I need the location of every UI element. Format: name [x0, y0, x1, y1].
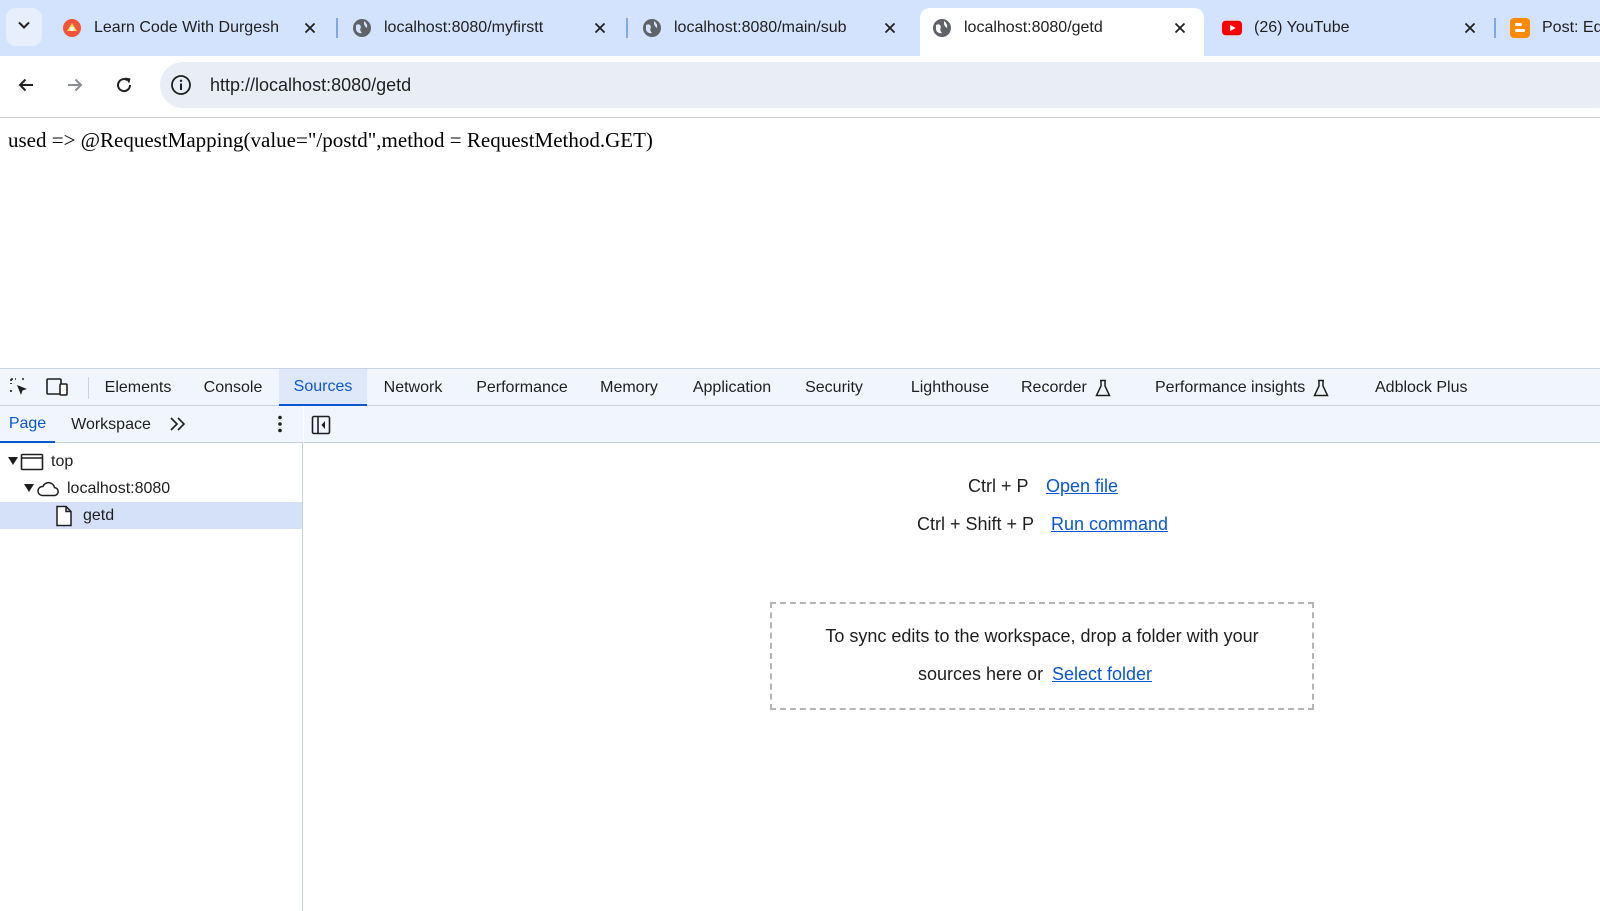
cloud-icon: [36, 478, 60, 500]
tab-separator: [1494, 18, 1496, 38]
tab-strip: Learn Code With Durgesh localhost:8080/m…: [0, 0, 1600, 56]
tab-search-button[interactable]: [6, 8, 42, 46]
close-icon[interactable]: [590, 18, 610, 38]
tab-performance[interactable]: Performance: [466, 369, 578, 406]
close-icon[interactable]: [1460, 18, 1480, 38]
close-icon[interactable]: [300, 18, 320, 38]
experiment-beaker-icon: [1095, 379, 1111, 397]
open-file-link[interactable]: Open file: [1046, 476, 1118, 497]
browser-tab-blogger[interactable]: Post: Ed: [1500, 8, 1600, 48]
forward-button[interactable]: [59, 71, 91, 103]
tree-label: top: [51, 453, 74, 470]
tab-title: Learn Code With Durgesh: [94, 19, 279, 36]
device-toolbar-icon[interactable]: [44, 375, 70, 399]
tab-lighthouse[interactable]: Lighthouse: [900, 369, 1000, 406]
inspect-element-icon[interactable]: [6, 375, 32, 399]
select-folder-link[interactable]: Select folder: [1052, 664, 1152, 685]
tab-application[interactable]: Application: [682, 369, 782, 406]
devtools-tabbar: Elements Console Sources Network Perform…: [0, 369, 1600, 406]
globe-icon: [352, 18, 372, 38]
tab-title: localhost:8080/myfirstt: [384, 19, 544, 36]
dropzone-text-line1: To sync edits to the workspace, drop a f…: [825, 626, 1259, 646]
expand-triangle-icon[interactable]: [6, 454, 20, 468]
navigator-tabbar: Page Workspace: [0, 406, 303, 443]
close-icon[interactable]: [1170, 18, 1190, 38]
tab-title: localhost:8080/main/sub: [674, 19, 847, 36]
subtab-page[interactable]: Page: [0, 406, 55, 443]
tab-recorder-label: Recorder: [1021, 378, 1087, 396]
tab-sources[interactable]: Sources: [279, 369, 367, 406]
page-body-text: used => @RequestMapping(value="/postd",m…: [8, 128, 653, 152]
tab-console[interactable]: Console: [188, 369, 278, 406]
shortcut-keys-run-command: Ctrl + Shift + P: [917, 514, 1035, 534]
experiment-beaker-icon: [1313, 379, 1329, 397]
browser-tab-main-sub[interactable]: localhost:8080/main/sub: [630, 8, 910, 48]
browser-tab-youtube[interactable]: (26) YouTube: [1210, 8, 1490, 48]
file-icon: [52, 505, 76, 527]
devtools-panel: Elements Console Sources Network Perform…: [0, 368, 1600, 911]
more-options-icon[interactable]: [267, 412, 293, 436]
youtube-icon: [1222, 18, 1242, 38]
browser-tab-myfirstt[interactable]: localhost:8080/myfirstt: [340, 8, 620, 48]
browser-tab-getd[interactable]: localhost:8080/getd: [920, 8, 1204, 56]
tab-security[interactable]: Security: [795, 369, 873, 406]
globe-icon: [642, 18, 662, 38]
sources-navigator: Page Workspace top localhost:8080 getd: [0, 406, 303, 911]
subtab-workspace[interactable]: Workspace: [66, 406, 156, 443]
reload-button[interactable]: [108, 71, 140, 103]
tab-elements[interactable]: Elements: [90, 369, 186, 406]
tab-recorder[interactable]: Recorder: [1021, 369, 1111, 406]
address-bar[interactable]: http://localhost:8080/getd: [160, 62, 1600, 108]
editor-toolbar: [304, 406, 1600, 443]
tab-separator: [626, 18, 628, 38]
tab-memory[interactable]: Memory: [589, 369, 669, 406]
frame-icon: [20, 451, 44, 473]
tree-item-localhost[interactable]: localhost:8080: [0, 475, 302, 502]
tab-title: (26) YouTube: [1254, 19, 1350, 36]
tab-performance-insights-label: Performance insights: [1155, 378, 1306, 396]
more-tabs-chevron-icon[interactable]: [165, 412, 191, 436]
back-button[interactable]: [10, 71, 42, 103]
sources-editor-area: Ctrl + P Open file Ctrl + Shift + P Run …: [304, 406, 1600, 911]
url-text[interactable]: http://localhost:8080/getd: [210, 75, 411, 96]
blogger-icon: [1510, 18, 1530, 38]
tree-label: getd: [83, 507, 115, 524]
tree-label: localhost:8080: [67, 480, 171, 497]
toggle-navigator-icon[interactable]: [308, 413, 334, 437]
tab-network[interactable]: Network: [369, 369, 457, 406]
tab-separator: [336, 18, 338, 38]
site-info-icon[interactable]: [170, 74, 192, 96]
durgesh-favicon-icon: [62, 18, 82, 38]
toolbar-divider: [88, 377, 89, 399]
browser-toolbar: http://localhost:8080/getd: [0, 56, 1600, 118]
globe-icon: [932, 18, 952, 38]
tab-title: localhost:8080/getd: [964, 19, 1103, 36]
tab-title: Post: Ed: [1542, 19, 1600, 36]
arrow-right-icon: [65, 75, 85, 100]
close-icon[interactable]: [880, 18, 900, 38]
workspace-dropzone[interactable]: To sync edits to the workspace, drop a f…: [770, 602, 1314, 710]
expand-triangle-icon[interactable]: [22, 481, 36, 495]
chevron-down-icon: [17, 18, 31, 37]
tab-performance-insights[interactable]: Performance insights: [1155, 369, 1329, 406]
run-command-link[interactable]: Run command: [1051, 514, 1168, 535]
dropzone-text-line2: sources here or: [918, 664, 1044, 684]
page-viewport: used => @RequestMapping(value="/postd",m…: [0, 118, 1600, 368]
shortcut-keys-open-file: Ctrl + P: [968, 476, 1029, 496]
tree-item-top[interactable]: top: [0, 448, 302, 475]
reload-icon: [114, 75, 134, 100]
arrow-left-icon: [16, 75, 36, 100]
browser-tab-durgesh[interactable]: Learn Code With Durgesh: [50, 8, 330, 48]
tab-adblock-plus[interactable]: Adblock Plus: [1375, 369, 1468, 406]
tree-item-getd[interactable]: getd: [0, 502, 302, 529]
